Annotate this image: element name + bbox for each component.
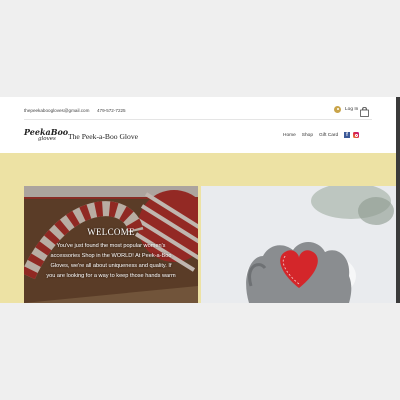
user-icon	[334, 106, 341, 113]
main-header: PeekaBoo gloves The Peek-a-Boo Glove Hom…	[0, 123, 396, 153]
menu-item-gift-card[interactable]: Gift Card	[319, 133, 338, 138]
menu-item-home[interactable]: Home	[283, 133, 296, 138]
welcome-text: You've just found the most popular women…	[46, 243, 176, 279]
login-label: Log In	[345, 107, 359, 112]
hero-section: WELCOME You've just found the most popul…	[0, 186, 396, 303]
cart-count: 0	[363, 106, 366, 111]
cart-button[interactable]: 0	[360, 104, 369, 117]
top-gray-area	[0, 0, 400, 97]
email-link[interactable]: thepeekaboogloves@gmail.com	[24, 108, 89, 113]
site-title[interactable]: The Peek-a-Boo Glove	[68, 132, 138, 141]
phone-number[interactable]: 479-572-7225	[97, 108, 126, 113]
menu-item-shop[interactable]: Shop	[302, 133, 313, 138]
gloves-heart-image	[201, 186, 396, 303]
website-page: thepeekaboogloves@gmail.com 479-572-7225…	[0, 97, 396, 303]
site-logo[interactable]: PeekaBoo gloves	[24, 127, 68, 147]
yellow-banner	[0, 153, 396, 186]
main-menu: Home Shop Gift Card	[283, 133, 338, 138]
logo-subtext: gloves	[38, 136, 56, 142]
scrollbar[interactable]	[396, 97, 400, 303]
welcome-block: WELCOME You've just found the most popul…	[24, 227, 198, 281]
bottom-gray-area	[0, 303, 400, 400]
top-contact-bar: thepeekaboogloves@gmail.com 479-572-7225…	[0, 97, 396, 119]
login-button[interactable]: Log In	[334, 106, 358, 113]
facebook-icon[interactable]: f	[344, 132, 350, 138]
welcome-title: WELCOME	[87, 227, 135, 237]
header-divider	[24, 119, 372, 120]
instagram-icon[interactable]	[353, 132, 359, 138]
